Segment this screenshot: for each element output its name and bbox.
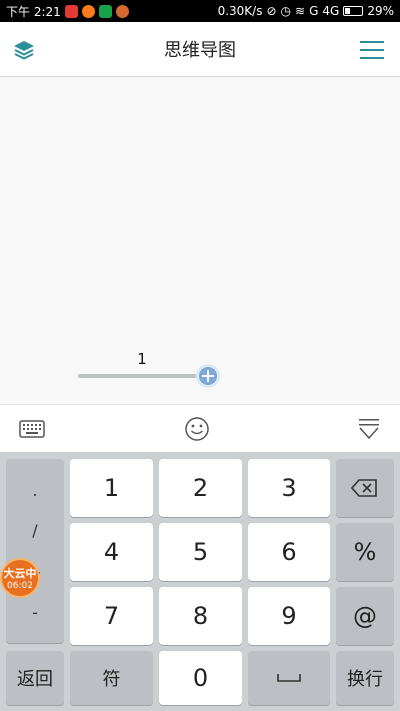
key-1[interactable]: 1	[70, 459, 153, 517]
symbol-switch-key[interactable]: 符	[70, 651, 153, 705]
key-5[interactable]: 5	[159, 523, 242, 581]
alarm-icon: ◷	[280, 4, 292, 18]
numeric-keyboard: . / + - 1 2 3 4 5 6 % 7 8 9 @ 返回 符 0 换行	[0, 452, 400, 711]
page-title: 思维导图	[164, 40, 236, 61]
emoji-icon[interactable]	[183, 415, 211, 443]
layers-icon[interactable]	[12, 38, 36, 62]
key-4[interactable]: 4	[70, 523, 153, 581]
mindmap-canvas[interactable]: 1	[0, 77, 400, 404]
back-key[interactable]: 返回	[6, 651, 64, 705]
network-speed: 0.30K/s	[217, 4, 263, 18]
key-6[interactable]: 6	[248, 523, 330, 581]
backspace-icon	[351, 479, 377, 497]
mute-icon: ⊘	[266, 4, 277, 18]
status-bar: 下午 2:21 0.30K/s ⊘ ◷ ≋ G 4G 29%	[0, 0, 400, 22]
symbol-column[interactable]: . / + -	[6, 459, 64, 643]
wifi-icon: ≋	[295, 4, 306, 18]
key-9[interactable]: 9	[248, 587, 330, 645]
key-7[interactable]: 7	[70, 587, 153, 645]
key-0[interactable]: 0	[159, 651, 242, 705]
floating-badge-title: 大云中	[3, 567, 37, 580]
status-time: 下午 2:21	[6, 4, 61, 19]
app-notification-icon	[115, 4, 129, 18]
collapse-keyboard-icon[interactable]	[355, 415, 383, 443]
keyboard-icon[interactable]	[18, 415, 46, 443]
shield-icon	[98, 4, 112, 18]
battery-icon	[343, 6, 364, 16]
key-8[interactable]: 8	[159, 587, 242, 645]
mindmap-node-text[interactable]: 1	[132, 350, 152, 368]
app-notification-icon	[64, 4, 78, 18]
signal-label: G	[309, 4, 319, 18]
key-2[interactable]: 2	[159, 459, 242, 517]
keyboard-toolbar	[0, 404, 400, 452]
backspace-key[interactable]	[336, 459, 394, 517]
space-icon	[277, 674, 301, 682]
menu-icon[interactable]	[360, 40, 384, 60]
add-node-icon[interactable]	[195, 363, 221, 389]
key-at[interactable]: @	[336, 587, 394, 645]
mindmap-node-branch	[78, 374, 206, 378]
battery-text: 29%	[367, 4, 394, 18]
key-percent[interactable]: %	[336, 523, 394, 581]
floating-app-badge[interactable]: 大云中 06:02	[0, 558, 40, 598]
newline-key[interactable]: 换行	[336, 651, 394, 705]
signal-label-4g: 4G	[322, 4, 340, 18]
key-3[interactable]: 3	[248, 459, 330, 517]
app-header: 思维导图	[0, 22, 400, 77]
floating-badge-time: 06:02	[7, 581, 33, 591]
space-key[interactable]	[248, 651, 330, 705]
symbol-key-slash[interactable]: /	[6, 507, 64, 553]
app-notification-icon	[81, 4, 95, 18]
